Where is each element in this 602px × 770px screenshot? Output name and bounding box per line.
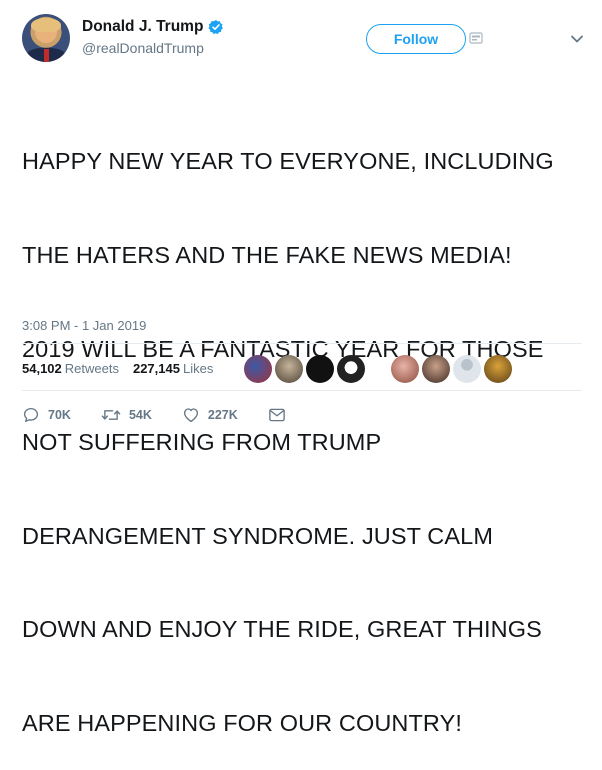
retweets-label[interactable]: Retweets xyxy=(65,361,119,376)
tweet-stats: 54,102 Retweets 227,145 Likes xyxy=(22,352,227,384)
tweet-line: DERANGEMENT SYNDROME. JUST CALM xyxy=(22,522,493,549)
message-button[interactable] xyxy=(268,407,294,423)
tweet-line: DOWN AND ENJOY THE RIDE, GREAT THINGS xyxy=(22,616,542,643)
chevron-down-icon[interactable] xyxy=(570,34,584,44)
tweet-timestamp[interactable]: 3:08 PM - 1 Jan 2019 xyxy=(22,318,146,333)
likes-label[interactable]: Likes xyxy=(183,361,213,376)
avatar[interactable] xyxy=(22,14,70,62)
liker-avatar[interactable] xyxy=(244,355,272,383)
verified-badge-icon xyxy=(208,20,224,35)
divider xyxy=(22,390,582,391)
divider xyxy=(22,343,582,344)
liker-avatar[interactable] xyxy=(275,355,303,383)
message-icon xyxy=(268,408,285,422)
liker-avatar[interactable] xyxy=(422,355,450,383)
reply-count: 70K xyxy=(48,408,71,422)
retweets-count[interactable]: 54,102 xyxy=(22,361,62,376)
likes-count[interactable]: 227,145 xyxy=(133,361,180,376)
tweet-line: THE HATERS AND THE FAKE NEWS MEDIA! xyxy=(22,242,512,269)
user-handle[interactable]: @realDonaldTrump xyxy=(82,40,224,56)
external-link-icon[interactable] xyxy=(469,32,483,44)
liker-avatar[interactable] xyxy=(306,355,334,383)
retweet-icon xyxy=(101,410,121,420)
avatar-tie xyxy=(44,49,49,62)
tweet-header: Donald J. Trump @realDonaldTrump Follow xyxy=(22,14,592,74)
liker-avatars xyxy=(244,354,515,384)
tweet-line: NOT SUFFERING FROM TRUMP xyxy=(22,429,382,456)
tweet-line: ARE HAPPENING FOR OUR COUNTRY! xyxy=(22,710,462,737)
liker-avatar[interactable] xyxy=(391,355,419,383)
display-name[interactable]: Donald J. Trump xyxy=(82,18,224,36)
liker-avatar[interactable] xyxy=(484,355,512,383)
follow-button[interactable]: Follow xyxy=(366,24,466,54)
liker-avatar[interactable] xyxy=(337,355,365,383)
retweet-button[interactable]: 54K xyxy=(101,406,152,424)
tweet-actions: 70K 54K 227K xyxy=(22,400,324,430)
tweet-line: HAPPY NEW YEAR TO EVERYONE, INCLUDING xyxy=(22,148,554,175)
user-name-block[interactable]: Donald J. Trump @realDonaldTrump xyxy=(82,18,224,56)
reply-button[interactable]: 70K xyxy=(22,406,71,424)
display-name-text[interactable]: Donald J. Trump xyxy=(82,18,203,36)
like-button[interactable]: 227K xyxy=(182,406,238,424)
liker-avatar-spacer xyxy=(368,355,388,383)
like-icon xyxy=(183,408,198,423)
retweet-count: 54K xyxy=(128,408,152,422)
reply-icon xyxy=(23,407,39,423)
liker-avatar[interactable] xyxy=(453,355,481,383)
like-count: 227K xyxy=(207,408,238,422)
avatar-hair xyxy=(31,18,61,32)
